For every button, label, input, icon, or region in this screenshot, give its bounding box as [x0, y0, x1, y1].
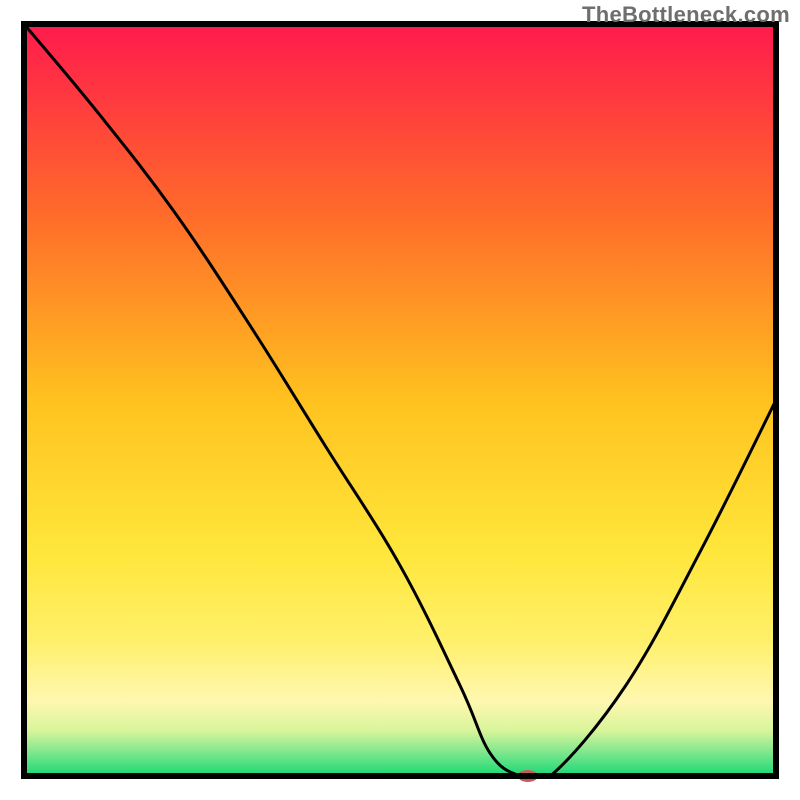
plot-background — [24, 24, 776, 776]
chart-canvas: TheBottleneck.com — [0, 0, 800, 800]
watermark: TheBottleneck.com — [582, 2, 790, 28]
chart-svg — [0, 0, 800, 800]
